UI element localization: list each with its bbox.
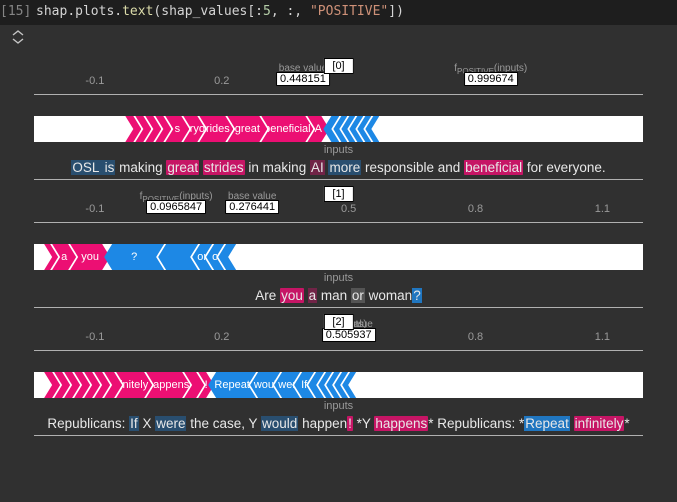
token: or bbox=[351, 288, 365, 303]
execution-count: [15] bbox=[0, 4, 36, 19]
force-chevron-positive: beneficial bbox=[261, 116, 313, 142]
token: were bbox=[155, 416, 186, 431]
token: * Republicans: * bbox=[428, 416, 524, 431]
axis-tick: 0.5 bbox=[341, 203, 356, 215]
token: happens bbox=[374, 416, 428, 431]
axis-tick: 0.2 bbox=[214, 75, 229, 87]
shap-text-plot: [2] -0.10.20.81.1base valuef(inputs)0.505… bbox=[34, 314, 643, 436]
axis-tick: 0.2 bbox=[214, 331, 229, 343]
axis: -0.10.50.81.1base valuefPOSITIVE(inputs)… bbox=[34, 222, 643, 244]
token: beneficial bbox=[464, 160, 523, 175]
axis: -0.10.20.81.1base valuef(inputs)0.505937 bbox=[34, 350, 643, 372]
code-cell: [15] shap.plots.text(shap_values[:5, :, … bbox=[0, 0, 677, 25]
force-chevron-positive: great bbox=[227, 116, 267, 142]
output-toolbar bbox=[0, 25, 677, 52]
fx-value-callout: 0.999674 bbox=[464, 72, 518, 86]
plot-index-badge: [2] bbox=[323, 314, 353, 330]
axis-tick: 1.1 bbox=[595, 331, 610, 343]
inputs-label: inputs bbox=[34, 272, 643, 284]
shap-text-plot: [0] -0.10.20.8base valuefPOSITIVE(inputs)… bbox=[34, 58, 643, 180]
axis-tick: 1.1 bbox=[595, 203, 610, 215]
inputs-label: inputs bbox=[34, 144, 643, 156]
token: a bbox=[308, 288, 318, 303]
divider bbox=[34, 179, 643, 180]
output-area: [0] -0.10.20.8base valuefPOSITIVE(inputs)… bbox=[0, 58, 677, 446]
force-bar: initelyhappens!RepeatwoulwerIf bbox=[34, 372, 643, 398]
sentence: OSL is making great strides in making AI… bbox=[34, 160, 643, 175]
inputs-label: inputs bbox=[34, 400, 643, 412]
plot-index-badge: [0] bbox=[323, 58, 353, 74]
token: happen bbox=[298, 416, 347, 431]
token: for everyone. bbox=[523, 160, 606, 175]
token: Are bbox=[255, 288, 280, 303]
fx-value-callout: 0.0965847 bbox=[146, 200, 206, 214]
force-bar: seryotridesgreatbeneficialA bbox=[34, 116, 643, 142]
expand-output-icon[interactable] bbox=[10, 29, 26, 45]
force-chevron-negative: Repeat bbox=[208, 372, 256, 398]
axis-tick: 0.8 bbox=[468, 203, 483, 215]
plot-index-badge: [1] bbox=[323, 186, 353, 202]
token: great bbox=[166, 160, 199, 175]
divider bbox=[34, 307, 643, 308]
base-value-callout: 0.505937 bbox=[322, 328, 376, 342]
token: Repeat bbox=[524, 416, 570, 431]
divider bbox=[34, 435, 643, 436]
token: * bbox=[624, 416, 629, 431]
token: OSL bbox=[71, 160, 103, 175]
token: would bbox=[261, 416, 298, 431]
force-chevron-negative: ? bbox=[104, 244, 164, 270]
token: Republicans: bbox=[47, 416, 129, 431]
sentence: Republicans: If X were the case, Y would… bbox=[34, 416, 643, 431]
force-bar: ayou?oro bbox=[34, 244, 643, 270]
axis: -0.10.20.8base valuefPOSITIVE(inputs)0.4… bbox=[34, 94, 643, 116]
force-chevron-positive: happens bbox=[146, 372, 190, 398]
token: strides bbox=[203, 160, 245, 175]
shap-text-plot: [1] -0.10.50.81.1base valuefPOSITIVE(inpu… bbox=[34, 186, 643, 308]
sentence: Are you a man or woman? bbox=[34, 288, 643, 303]
token: man bbox=[317, 288, 351, 303]
token: is bbox=[104, 160, 116, 175]
token: X bbox=[139, 416, 156, 431]
base-value-callout: 0.448151 bbox=[276, 72, 330, 86]
token: If bbox=[129, 416, 139, 431]
token: in making bbox=[245, 160, 310, 175]
token: AI bbox=[310, 160, 325, 175]
token: responsible and bbox=[361, 160, 464, 175]
token: the case, Y bbox=[186, 416, 261, 431]
token: making bbox=[115, 160, 166, 175]
token: *Y bbox=[353, 416, 375, 431]
token: you bbox=[280, 288, 304, 303]
code-line[interactable]: shap.plots.text(shap_values[:5, :, "POSI… bbox=[36, 4, 404, 19]
axis-tick: -0.1 bbox=[85, 203, 104, 215]
token: more bbox=[328, 160, 361, 175]
base-value-callout: 0.276441 bbox=[225, 200, 279, 214]
token: woman bbox=[365, 288, 412, 303]
axis-tick: 0.8 bbox=[468, 331, 483, 343]
axis-tick: -0.1 bbox=[85, 75, 104, 87]
token: ? bbox=[412, 288, 422, 303]
token: infinitely bbox=[574, 416, 625, 431]
axis-tick: -0.1 bbox=[85, 331, 104, 343]
